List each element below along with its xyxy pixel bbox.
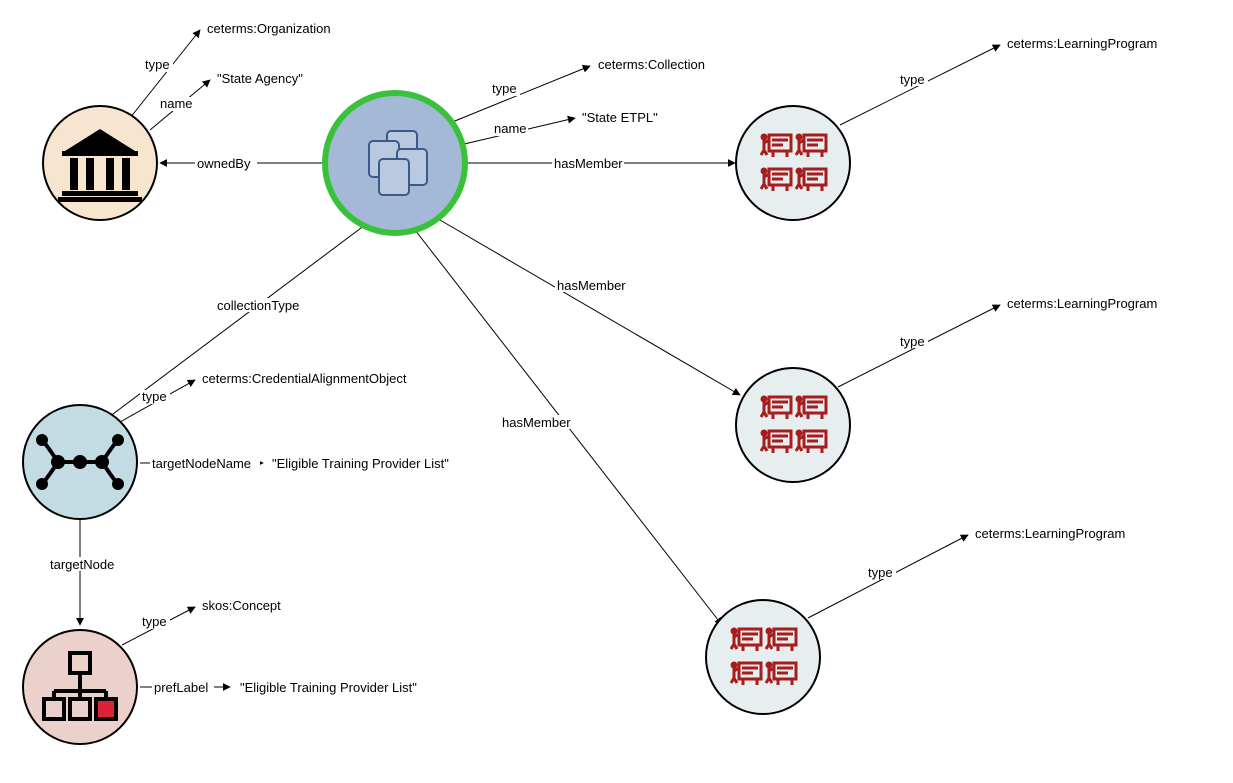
label-prog-type: ceterms:LearningProgram xyxy=(1007,36,1157,51)
label-org-name: "State Agency" xyxy=(217,71,303,86)
label-ownedby: ownedBy xyxy=(197,156,251,171)
label-type: type xyxy=(492,81,517,96)
label-prog-type: ceterms:LearningProgram xyxy=(975,526,1125,541)
label-targetnodename: targetNodeName xyxy=(152,456,251,471)
label-type: type xyxy=(900,334,925,349)
label-align-type: ceterms:CredentialAlignmentObject xyxy=(202,371,407,386)
label-hasmember: hasMember xyxy=(557,278,626,293)
label-preflabel-value: "Eligible Training Provider List" xyxy=(240,680,417,695)
node-program-3[interactable] xyxy=(706,600,820,714)
label-type: type xyxy=(145,57,170,72)
label-type: type xyxy=(142,389,167,404)
label-hasmember: hasMember xyxy=(554,156,623,171)
node-concept[interactable] xyxy=(23,630,137,744)
node-alignment[interactable] xyxy=(23,405,137,519)
edge-labels: type ceterms:Organization name "State Ag… xyxy=(48,21,1157,695)
label-type: type xyxy=(142,614,167,629)
label-name: name xyxy=(160,96,193,111)
label-coll-type: ceterms:Collection xyxy=(598,57,705,72)
node-program-2[interactable] xyxy=(736,368,850,482)
node-program-1[interactable] xyxy=(736,106,850,220)
node-collection[interactable] xyxy=(325,93,465,233)
label-preflabel: prefLabel xyxy=(154,680,208,695)
label-concept-type: skos:Concept xyxy=(202,598,281,613)
label-type: type xyxy=(868,565,893,580)
label-hasmember: hasMember xyxy=(502,415,571,430)
label-org-type: ceterms:Organization xyxy=(207,21,331,36)
label-tnn-value: "Eligible Training Provider List" xyxy=(272,456,449,471)
label-targetnode: targetNode xyxy=(50,557,114,572)
edges xyxy=(80,30,1000,687)
label-prog-type: ceterms:LearningProgram xyxy=(1007,296,1157,311)
label-coll-name: "State ETPL" xyxy=(582,110,658,125)
node-organization[interactable] xyxy=(43,106,157,220)
label-name: name xyxy=(494,121,527,136)
label-collectiontype: collectionType xyxy=(217,298,299,313)
label-type: type xyxy=(900,72,925,87)
